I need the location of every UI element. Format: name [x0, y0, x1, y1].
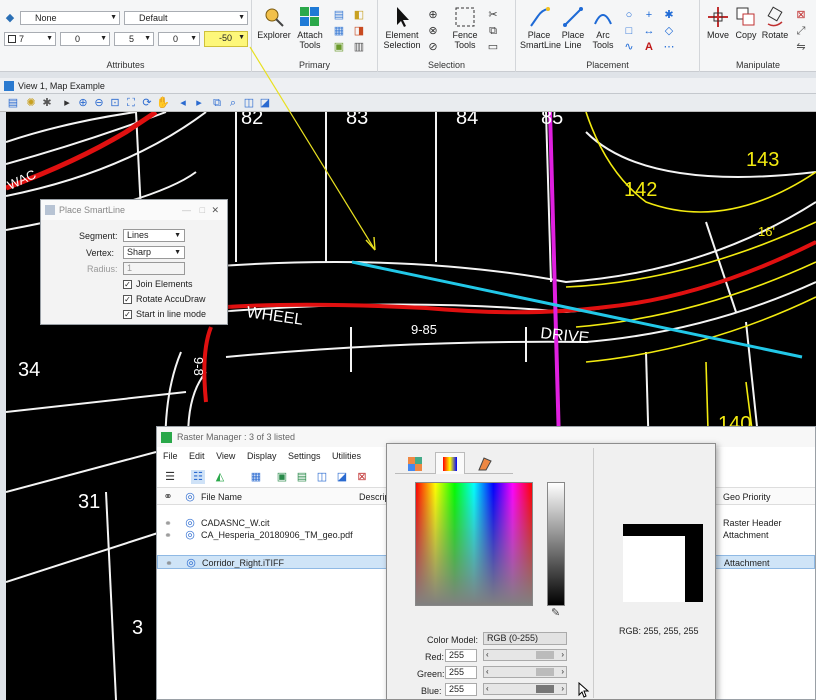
color-spectrum[interactable]: [415, 482, 533, 606]
raster-remove-icon[interactable]: ⊠: [355, 470, 369, 484]
color-book-icon: [478, 457, 492, 471]
tab-color-book[interactable]: [471, 454, 499, 474]
raster-geo: Attachment: [723, 530, 769, 540]
blue-input[interactable]: 255: [445, 683, 477, 696]
green-value: 255: [449, 667, 465, 677]
menu-file[interactable]: File: [163, 451, 178, 461]
radius-label: Radius:: [87, 264, 118, 274]
menu-display[interactable]: Display: [247, 451, 277, 461]
mouse-cursor-icon: [578, 682, 590, 698]
menu-settings[interactable]: Settings: [288, 451, 321, 461]
vertex-value: Sharp: [127, 247, 152, 257]
tab-true-color[interactable]: [435, 452, 465, 474]
raster-window-icon: [161, 432, 172, 443]
file-name-header[interactable]: File Name: [201, 492, 242, 502]
description-header[interactable]: Descrip: [359, 492, 390, 502]
vertex-label: Vertex:: [86, 248, 115, 258]
luminance-slider[interactable]: [547, 482, 565, 606]
join-elements-checkbox[interactable]: ✓ Join Elements: [123, 279, 193, 290]
raster-link-icon: ⚭: [164, 530, 172, 540]
lot-34-label: 34: [18, 359, 40, 381]
raster-file-name: Corridor_Right.iTIFF: [202, 558, 285, 568]
rgb-readout: RGB: 255, 255, 255: [619, 626, 699, 636]
raster-file-name: CADASNC_W.cit: [201, 518, 270, 528]
green-slider[interactable]: ‹ ›: [483, 666, 567, 678]
start-line-mode-checkbox[interactable]: ✓ Start in line mode: [123, 309, 207, 320]
raster-merge-icon[interactable]: ◪: [335, 470, 349, 484]
smartline-title: Place SmartLine: [59, 205, 126, 215]
street-drive-label: DRIVE: [540, 325, 590, 347]
close-icon[interactable]: ✕: [211, 200, 219, 220]
raster-detach-icon[interactable]: ▣: [275, 470, 289, 484]
raster-toolbar: ☰ ☷ ◭ ▦ ▣ ▤ ◫ ◪ ⊠: [161, 467, 386, 487]
dim-98-label: 9-8: [191, 357, 206, 376]
menu-view[interactable]: View: [216, 451, 235, 461]
radius-value: 1: [127, 263, 133, 273]
smartline-title-bar: Place SmartLine — □ ✕: [41, 200, 227, 220]
tab-color-table[interactable]: [401, 454, 429, 474]
raster-export-icon[interactable]: ◫: [315, 470, 329, 484]
list-view-icon[interactable]: ☷: [191, 470, 205, 484]
radius-input[interactable]: 1: [123, 262, 185, 275]
raster-display-icon: ◎: [186, 557, 196, 569]
smartline-dialog-icon: [45, 205, 55, 215]
panel-divider: [593, 448, 594, 698]
rotate-accudraw-checkbox[interactable]: ✓ Rotate AccuDraw: [123, 294, 206, 305]
minimize-icon[interactable]: —: [182, 200, 191, 220]
raster-geo: Attachment: [724, 558, 770, 568]
lot-31-label: 31: [78, 491, 100, 513]
green-label: Green:: [417, 669, 445, 679]
color-picker-dialog: ✎ RGB: 255, 255, 255 Color Model: RGB (0…: [386, 443, 716, 700]
segment-select[interactable]: Lines ▼: [123, 229, 185, 242]
green-thumb[interactable]: [536, 668, 554, 676]
start-label: Start in line mode: [136, 309, 207, 319]
eyedropper-icon[interactable]: ✎: [551, 606, 560, 619]
raster-link-icon: ⚭: [165, 558, 173, 568]
lot-3-label: 3: [132, 617, 143, 639]
raster-tiles-icon[interactable]: ▦: [249, 470, 263, 484]
vertex-select[interactable]: Sharp ▼: [123, 246, 185, 259]
display-column-icon: ◎: [185, 491, 195, 503]
dim-985-label: 9-85: [411, 322, 437, 337]
menu-edit[interactable]: Edit: [189, 451, 205, 461]
blue-value: 255: [449, 684, 465, 694]
blue-thumb[interactable]: [536, 685, 554, 693]
red-slider[interactable]: ‹ ›: [483, 649, 567, 661]
join-label: Join Elements: [136, 279, 193, 289]
list-options-icon[interactable]: ☰: [163, 470, 177, 484]
red-thumb[interactable]: [536, 651, 554, 659]
raster-geo: Raster Header: [723, 518, 782, 528]
start-check-icon: ✓: [123, 310, 132, 320]
color-table-icon: [408, 457, 422, 471]
join-check-icon: ✓: [123, 280, 132, 290]
segment-value: Lines: [127, 230, 149, 240]
raster-file-name: CA_Hesperia_20180906_TM_geo.pdf: [201, 530, 353, 540]
link-column-icon: ⚭: [163, 491, 173, 503]
color-model-label: Color Model:: [427, 635, 479, 645]
menu-utilities[interactable]: Utilities: [332, 451, 361, 461]
raster-title: Raster Manager : 3 of 3 listed: [177, 432, 296, 442]
rotate-label: Rotate AccuDraw: [136, 294, 206, 304]
raster-menu-bar: File Edit View Display Settings Utilitie…: [163, 451, 370, 461]
geo-priority-header[interactable]: Geo Priority: [723, 492, 771, 502]
true-color-icon: [443, 457, 457, 471]
segment-label: Segment:: [79, 231, 118, 241]
maximize-icon[interactable]: □: [200, 200, 205, 220]
color-tabs: [395, 452, 513, 474]
raster-attach-icon[interactable]: ◭: [213, 470, 227, 484]
raster-display-icon: ◎: [185, 529, 195, 541]
red-input[interactable]: 255: [445, 649, 477, 662]
place-smartline-dialog: Place SmartLine — □ ✕ Segment: Lines ▼ Ve…: [40, 199, 228, 325]
raster-reload-icon[interactable]: ▤: [295, 470, 309, 484]
red-value: 255: [449, 650, 465, 660]
color-model-value: RGB (0-255): [487, 633, 539, 643]
blue-label: Blue:: [421, 686, 442, 696]
rotate-check-icon: ✓: [123, 295, 132, 305]
green-input[interactable]: 255: [445, 666, 477, 679]
blue-slider[interactable]: ‹ ›: [483, 683, 567, 695]
red-label: Red:: [425, 652, 445, 662]
color-model-select[interactable]: RGB (0-255): [483, 632, 567, 645]
color-preview-new: [623, 536, 685, 602]
